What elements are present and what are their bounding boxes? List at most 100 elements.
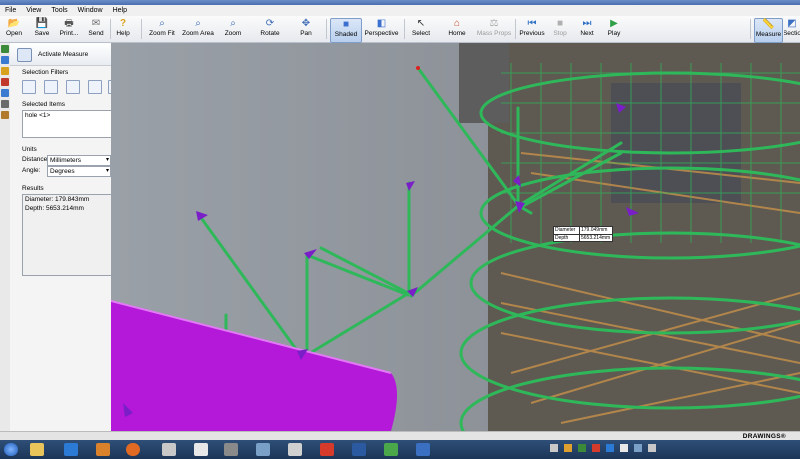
rotate-button[interactable]: ⟳ Rotate [258, 18, 282, 41]
open-button[interactable]: 📂 Open [3, 18, 25, 41]
save-button[interactable]: 💾 Save [31, 18, 53, 41]
menu-tools[interactable]: Tools [46, 5, 72, 16]
distance-units-select[interactable]: Millimeters ▾ [47, 155, 111, 166]
shaded-button[interactable]: ■ Shaded [330, 18, 362, 43]
menu-bar: File View Tools Window Help [0, 5, 800, 16]
chevron-down-icon: ▾ [105, 168, 109, 174]
activate-measure-label: Activate Measure [38, 51, 89, 58]
units-title: Units [22, 146, 37, 153]
send-button[interactable]: ✉ Send [85, 18, 107, 41]
stamp-icon[interactable] [1, 111, 9, 119]
toolbar-separator [110, 19, 111, 39]
filter-part-button[interactable] [88, 80, 102, 94]
tray-icon[interactable] [578, 444, 586, 452]
measure-button[interactable]: 📏 Measure [754, 18, 783, 43]
tray-icon[interactable] [592, 444, 600, 452]
next-button[interactable]: ⏭ Next [577, 18, 597, 41]
shaded-cube-icon: ■ [342, 19, 350, 30]
toolbar-separator [750, 19, 751, 39]
app-icon[interactable] [224, 443, 238, 456]
measure-icon: 📏 [762, 19, 775, 30]
selected-items-list[interactable]: hole <1> [22, 110, 117, 138]
zoom-fit-icon: ⌕ [159, 18, 165, 29]
tray-icon[interactable] [634, 444, 642, 452]
acrobat-icon[interactable] [320, 443, 334, 456]
previous-button[interactable]: ⏮ Previous [518, 18, 546, 41]
previous-icon: ⏮ [527, 18, 537, 29]
zoom-fit-button[interactable]: ⌕ Zoom Fit [147, 18, 177, 41]
selected-item[interactable]: hole <1> [23, 111, 116, 120]
toolbar-separator [141, 19, 142, 39]
play-icon: ▶ [610, 18, 618, 29]
app-icon[interactable] [256, 443, 270, 456]
properties-icon[interactable] [1, 56, 9, 64]
pan-button[interactable]: ✥ Pan [296, 18, 316, 41]
home-icon: ⌂ [453, 18, 461, 29]
rotate-icon: ⟳ [265, 18, 275, 29]
mass-props-button[interactable]: ⚖ Mass Props [476, 18, 512, 41]
scene-graphics [111, 43, 800, 431]
mass-props-icon: ⚖ [489, 18, 499, 29]
dark-block [459, 43, 509, 123]
app-icon[interactable] [194, 443, 208, 456]
angle-label: Angle: [22, 167, 41, 174]
camera-icon[interactable] [1, 89, 9, 97]
tree-icon[interactable] [1, 45, 9, 53]
menu-file[interactable]: File [0, 5, 21, 16]
app-icon[interactable] [384, 443, 398, 456]
tray-icon[interactable] [606, 444, 614, 452]
app-icon[interactable] [416, 443, 430, 456]
zoom-button[interactable]: ⌕ Zoom [222, 18, 244, 41]
media-player-icon[interactable] [96, 443, 110, 456]
app-icon[interactable] [162, 443, 176, 456]
next-icon: ⏭ [582, 18, 592, 29]
activate-measure-button[interactable] [17, 48, 32, 62]
stop-button[interactable]: ■ Stop [550, 18, 570, 41]
layers-icon[interactable] [1, 100, 9, 108]
start-button-icon[interactable] [4, 443, 18, 456]
select-button[interactable]: ↖ Select [410, 18, 432, 41]
filter-vertex-button[interactable] [22, 80, 36, 94]
firefox-icon[interactable] [126, 443, 140, 456]
angle-units-select[interactable]: Degrees ▾ [47, 166, 111, 177]
measure-panel: Activate Measure Selection Filters Selec… [10, 43, 117, 431]
tray-icon[interactable] [550, 444, 558, 452]
home-button[interactable]: ⌂ Home [446, 18, 468, 41]
toolbar-separator [326, 19, 327, 39]
tray-icon[interactable] [564, 444, 572, 452]
filter-face-button[interactable] [66, 80, 80, 94]
menu-help[interactable]: Help [108, 5, 132, 16]
measure-tooltip: Diameter 179.049mm Depth 5653.214mm [553, 226, 613, 242]
play-button[interactable]: ▶ Play [604, 18, 624, 41]
menu-window[interactable]: Window [73, 5, 108, 16]
send-icon: ✉ [91, 18, 101, 29]
main-toolbar: 📂 Open 💾 Save 🖶 Print... ✉ Send ? Help ⌕ Zoom … [0, 16, 800, 43]
menu-view[interactable]: View [21, 5, 46, 16]
tray-icon[interactable] [620, 444, 628, 452]
pencil-icon[interactable] [1, 78, 9, 86]
markup-icon[interactable] [1, 67, 9, 75]
section-button[interactable]: ◩ Sectio [784, 18, 800, 41]
selection-filters-title: Selection Filters [22, 69, 69, 76]
explorer-icon[interactable] [30, 443, 44, 456]
tray-icon[interactable] [648, 444, 656, 452]
help-icon: ? [119, 18, 127, 29]
zoom-area-button[interactable]: ⌕ Zoom Area [181, 18, 215, 41]
save-icon: 💾 [35, 18, 49, 29]
tooltip-depth-value: 5653.214mm [579, 235, 611, 242]
system-tray [550, 444, 795, 455]
perspective-button[interactable]: ◧ Perspective [364, 18, 399, 41]
result-diameter: Diameter: 179.843mm [25, 196, 90, 203]
app-icon[interactable] [288, 443, 302, 456]
measure-panel-header: Activate Measure [10, 43, 111, 66]
pan-icon: ✥ [301, 18, 311, 29]
app-icon[interactable] [352, 443, 366, 456]
filter-edge-button[interactable] [44, 80, 58, 94]
print-icon: 🖶 [64, 18, 74, 29]
3d-viewport[interactable]: Diameter 179.049mm Depth 5653.214mm [111, 43, 800, 431]
help-button[interactable]: ? Help [113, 18, 133, 41]
internet-explorer-icon[interactable] [64, 443, 78, 456]
zoom-icon: ⌕ [230, 18, 236, 29]
print-button[interactable]: 🖶 Print... [58, 18, 80, 41]
tooltip-depth-label: Depth [555, 235, 569, 241]
